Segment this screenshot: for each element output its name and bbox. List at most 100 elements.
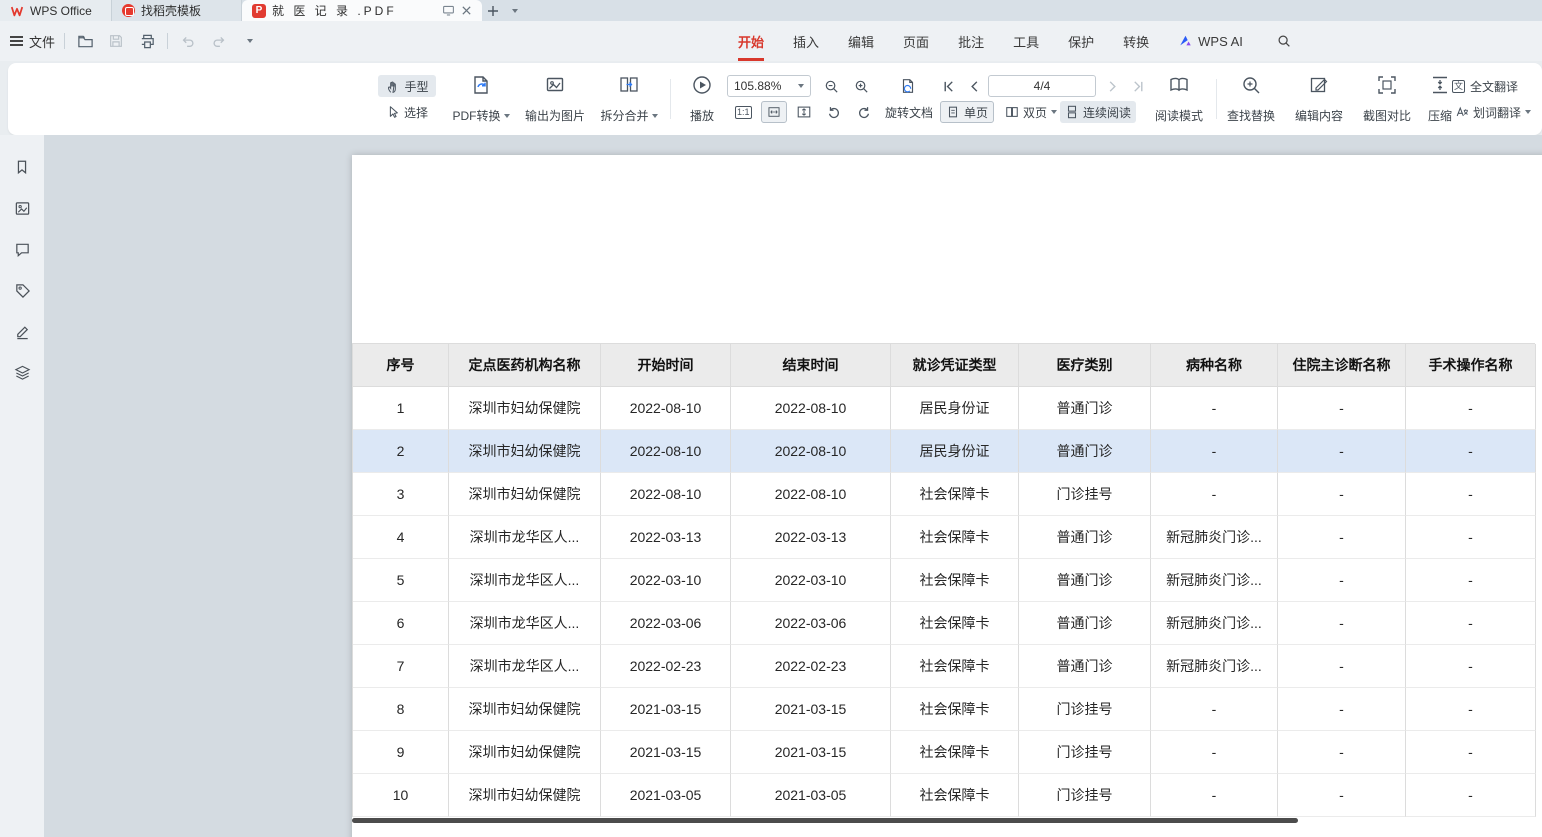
play-icon	[691, 74, 713, 96]
table-header-cell: 手术操作名称	[1406, 344, 1536, 387]
table-row[interactable]: 8深圳市妇幼保健院2021-03-152021-03-15社会保障卡门诊挂号--…	[353, 688, 1535, 731]
chevron-down-icon	[247, 39, 253, 43]
ribbon-tab-home[interactable]: 开始	[738, 21, 764, 61]
double-page-label: 双页	[1023, 104, 1047, 121]
page-refresh-icon	[899, 77, 917, 95]
annotation-panel-button[interactable]	[12, 321, 32, 341]
table-cell: -	[1278, 774, 1406, 817]
redo-button[interactable]	[208, 30, 230, 52]
undo-history-button[interactable]	[239, 30, 261, 52]
table-cell: 2022-08-10	[601, 387, 731, 430]
compress-icon	[1429, 74, 1451, 96]
table-cell: 深圳市妇幼保健院	[449, 430, 601, 473]
new-tab-button[interactable]	[482, 0, 504, 21]
bookmarks-panel-button[interactable]	[12, 157, 32, 177]
redo-icon	[211, 33, 227, 49]
monitor-icon[interactable]	[442, 4, 455, 17]
pdf-convert-button[interactable]: PDF转换	[448, 72, 514, 126]
zoom-in-button[interactable]	[848, 75, 874, 97]
table-cell: -	[1278, 430, 1406, 473]
last-page-button[interactable]	[1126, 75, 1150, 97]
fit-page-button[interactable]	[791, 101, 817, 123]
edit-content-button[interactable]: 编辑内容	[1288, 72, 1350, 126]
actual-size-button[interactable]: 1:1	[732, 101, 755, 123]
rotate-left-button[interactable]	[821, 101, 847, 123]
table-cell: -	[1406, 387, 1536, 430]
thumbnail-icon	[14, 200, 31, 217]
open-folder-button[interactable]	[74, 30, 96, 52]
tab-document-active[interactable]: P 就 医 记 录 .PDF	[242, 0, 482, 21]
single-page-button[interactable]: 单页	[940, 101, 994, 123]
table-row[interactable]: 10深圳市妇幼保健院2021-03-052021-03-05社会保障卡门诊挂号-…	[353, 774, 1535, 817]
tags-panel-button[interactable]	[12, 280, 32, 300]
menu-bar: 文件 开始 插入 编辑 页面 批注 工具 保护 转换 WPS AI	[0, 21, 1542, 61]
ribbon-tab-convert[interactable]: 转换	[1123, 21, 1149, 61]
layers-panel-button[interactable]	[12, 362, 32, 382]
fit-page-icon	[796, 104, 812, 120]
play-button[interactable]: 播放	[680, 72, 724, 126]
file-menu-button[interactable]: 文件	[10, 32, 55, 51]
continuous-reading-button[interactable]: 连续阅读	[1060, 101, 1136, 123]
select-tool-button[interactable]: 选择	[378, 101, 436, 123]
docer-icon	[122, 4, 135, 17]
tab-wps-home[interactable]: WPS Office	[0, 0, 112, 21]
ribbon-tab-comment[interactable]: 批注	[958, 21, 984, 61]
rotate-document-button[interactable]: 旋转文档	[880, 101, 938, 123]
split-merge-icon	[618, 74, 640, 96]
table-row[interactable]: 4深圳市龙华区人...2022-03-132022-03-13社会保障卡普通门诊…	[353, 516, 1535, 559]
hand-tool-button[interactable]: 手型	[378, 75, 436, 97]
wps-logo-icon	[10, 4, 24, 18]
table-row[interactable]: 7深圳市龙华区人...2022-02-232022-02-23社会保障卡普通门诊…	[353, 645, 1535, 688]
ribbon-tab-edit[interactable]: 编辑	[848, 21, 874, 61]
table-row[interactable]: 1深圳市妇幼保健院2022-08-102022-08-10居民身份证普通门诊--…	[353, 387, 1535, 430]
close-icon[interactable]	[461, 5, 472, 16]
ribbon-tab-page[interactable]: 页面	[903, 21, 929, 61]
tab-list-button[interactable]	[504, 0, 526, 21]
thumbnails-panel-button[interactable]	[12, 198, 32, 218]
save-button[interactable]	[105, 30, 127, 52]
zoom-select[interactable]: 105.88%	[727, 75, 811, 97]
export-image-button[interactable]: 输出为图片	[520, 72, 590, 126]
fit-width-button[interactable]	[761, 101, 787, 123]
zoom-out-button[interactable]	[818, 75, 844, 97]
full-text-translate-button[interactable]: 文 全文翻译	[1452, 75, 1540, 97]
rotate-right-button[interactable]	[851, 101, 877, 123]
table-cell: 社会保障卡	[891, 731, 1019, 774]
ribbon-tab-insert[interactable]: 插入	[793, 21, 819, 61]
table-cell: -	[1278, 516, 1406, 559]
table-cell: 普通门诊	[1019, 602, 1151, 645]
ribbon-tab-protect[interactable]: 保护	[1068, 21, 1094, 61]
page-number-input[interactable]: 4/4	[988, 75, 1096, 97]
pdf-viewer[interactable]: 序号定点医药机构名称开始时间结束时间就诊凭证类型医疗类别病种名称住院主诊断名称手…	[44, 135, 1542, 837]
table-row[interactable]: 6深圳市龙华区人...2022-03-062022-03-06社会保障卡普通门诊…	[353, 602, 1535, 645]
horizontal-scrollbar[interactable]	[352, 818, 1298, 823]
table-row[interactable]: 9深圳市妇幼保健院2021-03-152021-03-15社会保障卡门诊挂号--…	[353, 731, 1535, 774]
word-translate-button[interactable]: 划词翻译	[1450, 101, 1536, 123]
wps-ai-button[interactable]: WPS AI	[1178, 21, 1243, 61]
table-cell: -	[1406, 430, 1536, 473]
undo-button[interactable]	[177, 30, 199, 52]
split-merge-button[interactable]: 拆分合并	[596, 72, 662, 126]
print-button[interactable]	[136, 30, 158, 52]
find-replace-button[interactable]: 查找替换	[1220, 72, 1282, 126]
table-cell: 2022-02-23	[731, 645, 891, 688]
double-page-button[interactable]: 双页	[1000, 101, 1062, 123]
search-button[interactable]	[1276, 21, 1292, 61]
table-row[interactable]: 2深圳市妇幼保健院2022-08-102022-08-10居民身份证普通门诊--…	[353, 430, 1535, 473]
hand-tool-label: 手型	[404, 78, 428, 95]
comments-panel-button[interactable]	[12, 239, 32, 259]
screenshot-compare-button[interactable]: 截图对比	[1356, 72, 1418, 126]
prev-page-button[interactable]	[962, 75, 986, 97]
page-indicator: 4/4	[1034, 79, 1051, 93]
first-page-button[interactable]	[936, 75, 960, 97]
find-replace-label: 查找替换	[1227, 107, 1275, 124]
reading-mode-button[interactable]: 阅读模式	[1148, 72, 1210, 126]
table-row[interactable]: 3深圳市妇幼保健院2022-08-102022-08-10社会保障卡门诊挂号--…	[353, 473, 1535, 516]
table-cell: 普通门诊	[1019, 559, 1151, 602]
ribbon-tab-tools[interactable]: 工具	[1013, 21, 1039, 61]
page-snapshot-button[interactable]	[894, 75, 922, 97]
tab-docer-templates[interactable]: 找稻壳模板	[112, 0, 242, 21]
table-row[interactable]: 5深圳市龙华区人...2022-03-102022-03-10社会保障卡普通门诊…	[353, 559, 1535, 602]
table-cell: -	[1278, 387, 1406, 430]
next-page-button[interactable]	[1100, 75, 1124, 97]
